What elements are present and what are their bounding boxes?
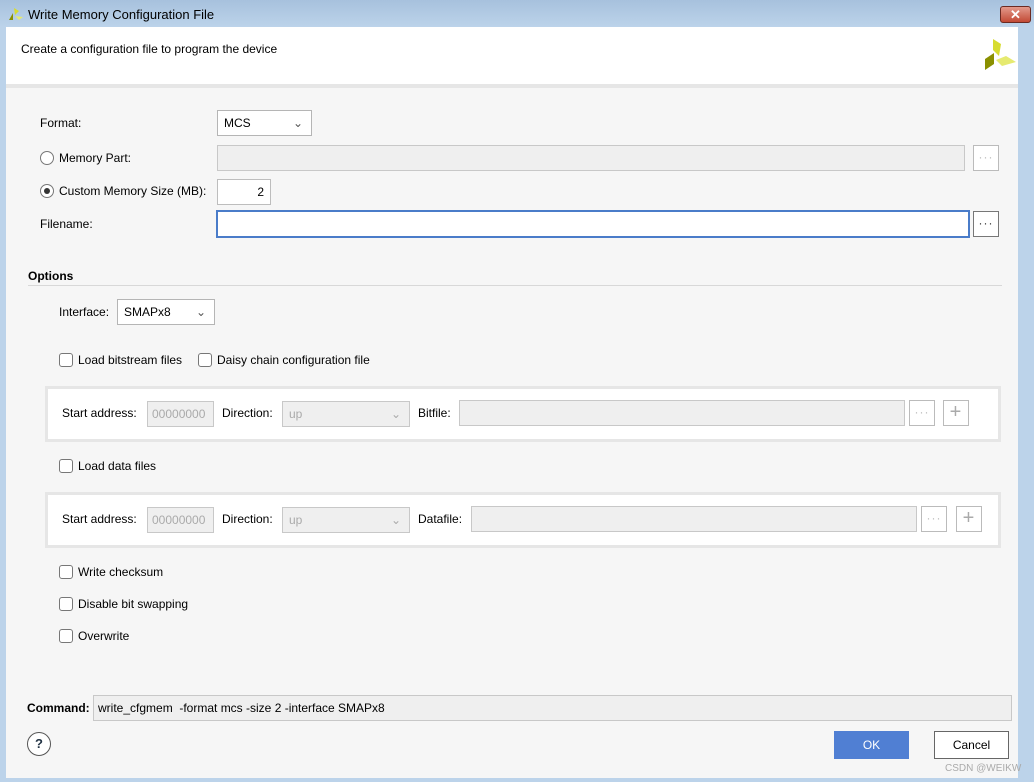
options-heading: Options — [28, 269, 74, 283]
command-label: Command: — [27, 701, 90, 715]
datafile-label: Datafile: — [418, 512, 463, 526]
data-direction-select[interactable]: up ⌄ — [282, 507, 410, 533]
command-field[interactable]: write_cfgmem -format mcs -size 2 -interf… — [93, 695, 1012, 721]
data-direction-label: Direction: — [222, 512, 273, 526]
disable-swap-label: Disable bit swapping — [78, 597, 189, 611]
interface-label: Interface: — [59, 305, 110, 319]
custom-size-radio[interactable] — [40, 184, 54, 198]
data-direction-value: up — [289, 513, 303, 527]
write-checksum-checkbox[interactable] — [59, 565, 73, 579]
datafile-field[interactable] — [471, 506, 917, 532]
chevron-down-icon: ⌄ — [292, 116, 303, 130]
close-button[interactable]: ✕ — [1000, 6, 1031, 23]
close-icon: ✕ — [1010, 7, 1021, 22]
memory-part-radio[interactable] — [40, 151, 54, 165]
filename-browse-button[interactable]: ··· — [973, 211, 999, 237]
format-value: MCS — [224, 116, 251, 130]
chevron-down-icon: ⌄ — [390, 513, 401, 527]
filename-field[interactable] — [216, 210, 970, 238]
help-button[interactable]: ? — [27, 732, 51, 756]
add-bitfile-button[interactable]: + — [943, 400, 969, 426]
daisy-chain-checkbox[interactable] — [198, 353, 212, 367]
dialog-subtitle: Create a configuration file to program t… — [21, 42, 278, 56]
filename-label: Filename: — [40, 217, 93, 231]
bit-direction-label: Direction: — [222, 406, 273, 420]
load-bitstream-label: Load bitstream files — [78, 353, 183, 367]
plus-icon: + — [949, 401, 963, 423]
xilinx-logo — [985, 39, 1016, 70]
window-title: Write Memory Configuration File — [28, 7, 215, 22]
format-select[interactable]: MCS ⌄ — [217, 110, 312, 136]
bit-start-label: Start address: — [62, 406, 137, 420]
data-start-field[interactable]: 00000000 — [147, 507, 214, 533]
memory-part-browse-button[interactable]: ··· — [973, 145, 999, 171]
cancel-button[interactable]: Cancel — [934, 731, 1009, 759]
watermark: CSDN @WEIKW — [945, 763, 1022, 774]
ok-button[interactable]: OK — [834, 731, 909, 759]
app-logo-icon — [9, 8, 23, 20]
datafile-browse-button[interactable]: ··· — [921, 506, 947, 532]
load-bitstream-checkbox[interactable] — [59, 353, 73, 367]
bitfile-field[interactable] — [459, 400, 905, 426]
memory-part-label: Memory Part: — [59, 151, 132, 165]
load-data-label: Load data files — [78, 459, 157, 473]
bitfile-label: Bitfile: — [418, 406, 451, 420]
interface-value: SMAPx8 — [124, 305, 171, 319]
load-data-checkbox[interactable] — [59, 459, 73, 473]
chevron-down-icon: ⌄ — [195, 305, 206, 319]
format-label: Format: — [40, 116, 82, 130]
bit-direction-value: up — [289, 407, 303, 421]
overwrite-label: Overwrite — [78, 629, 130, 643]
custom-size-field[interactable]: 2 — [217, 179, 271, 205]
write-checksum-label: Write checksum — [78, 565, 164, 579]
bit-direction-select[interactable]: up ⌄ — [282, 401, 410, 427]
help-icon: ? — [35, 736, 43, 751]
daisy-chain-label: Daisy chain configuration file — [217, 353, 370, 367]
add-datafile-button[interactable]: + — [956, 506, 982, 532]
bit-start-field[interactable]: 00000000 — [147, 401, 214, 427]
options-divider — [28, 285, 1002, 286]
memory-part-field[interactable] — [217, 145, 965, 171]
custom-size-label: Custom Memory Size (MB): — [59, 184, 207, 198]
interface-select[interactable]: SMAPx8 ⌄ — [117, 299, 215, 325]
disable-swap-checkbox[interactable] — [59, 597, 73, 611]
data-start-label: Start address: — [62, 512, 137, 526]
chevron-down-icon: ⌄ — [390, 407, 401, 421]
plus-icon: + — [962, 507, 976, 529]
bitfile-browse-button[interactable]: ··· — [909, 400, 935, 426]
overwrite-checkbox[interactable] — [59, 629, 73, 643]
